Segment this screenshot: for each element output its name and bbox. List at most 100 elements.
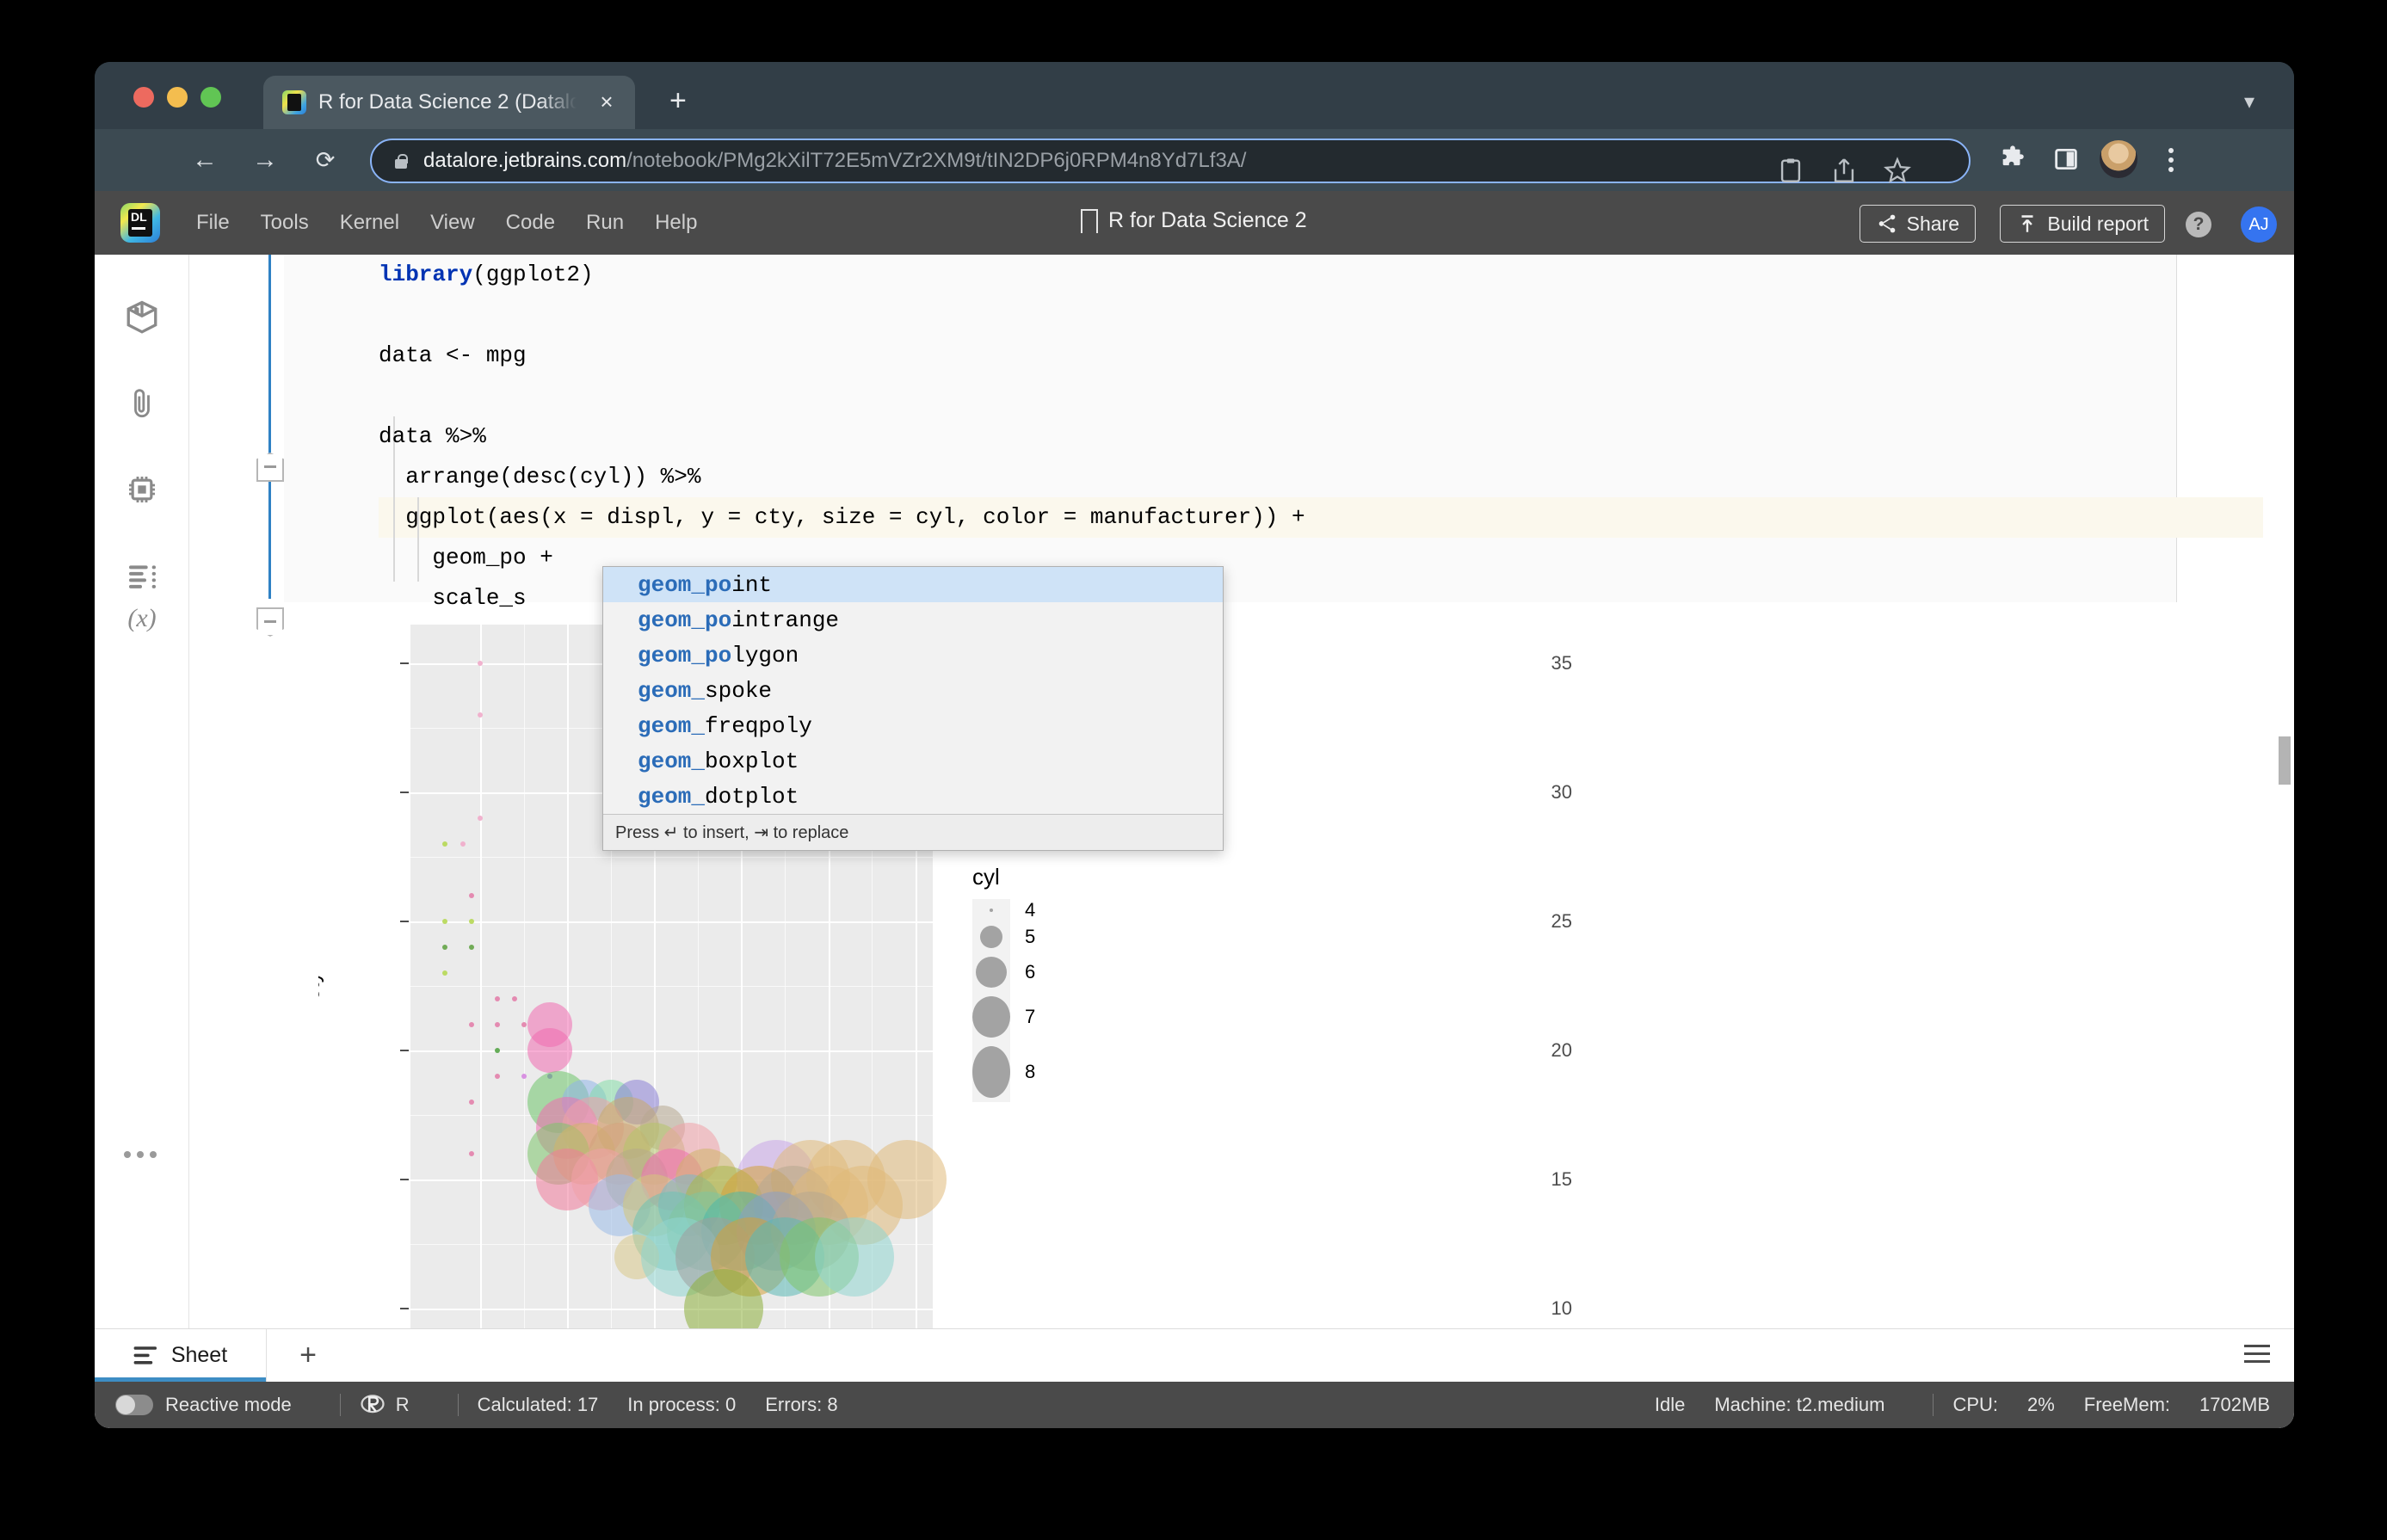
cpu-chip-icon[interactable] (119, 466, 165, 513)
more-options-icon[interactable] (124, 1151, 157, 1158)
size-legend-label: 5 (1025, 926, 1036, 947)
browser-tab-active[interactable]: DL R for Data Science 2 (Datalore × (263, 76, 635, 129)
menu-code[interactable]: Code (490, 204, 571, 242)
puzzle-icon[interactable] (1998, 145, 2027, 174)
datalore-app: DL File Tools Kernel View Code Run Help … (95, 191, 2294, 1428)
autocomplete-hint: Press ↵ to insert, ⇥ to replace (603, 814, 1223, 850)
paperclip-icon[interactable] (119, 380, 165, 427)
left-sidebar: (x) (95, 255, 189, 1346)
size-legend-label: 6 (1025, 961, 1036, 983)
variables-icon[interactable]: (x) (119, 595, 165, 642)
menu-kernel[interactable]: Kernel (324, 204, 415, 242)
star-icon[interactable] (1883, 156, 1912, 185)
gridline-major (410, 1050, 933, 1052)
share-button[interactable]: Share (1859, 205, 1976, 243)
sheet-menu-icon[interactable] (2244, 1345, 2270, 1363)
y-axis-tick-mark (400, 921, 409, 922)
chevron-down-icon[interactable]: ▾ (2244, 89, 2254, 114)
kernel-label: R (395, 1394, 410, 1415)
share-icon[interactable] (1829, 156, 1859, 185)
autocomplete-item[interactable]: geom_ boxplot (603, 743, 1223, 779)
help-icon[interactable]: ? (2186, 212, 2211, 237)
gridline-minor (523, 625, 525, 1346)
autocomplete-item[interactable]: geom_po intrange (603, 602, 1223, 638)
size-legend-item: 8 (972, 1042, 1334, 1102)
menu-help[interactable]: Help (639, 204, 712, 242)
code-cell[interactable]: library(ggplot2) data <- mpg data %>% ar… (284, 255, 2263, 611)
size-legend-item: 4 (972, 899, 1334, 921)
scatter-point (468, 919, 474, 924)
share-button-label: Share (1906, 212, 1959, 235)
address-bar-text: datalore.jetbrains.com/notebook/PMg2kXil… (423, 149, 1247, 172)
scatter-point (477, 816, 483, 821)
add-sheet-button[interactable]: + (267, 1329, 349, 1382)
package-box-icon[interactable] (119, 294, 165, 341)
close-icon[interactable]: × (595, 90, 618, 114)
forward-arrow-icon[interactable]: → (248, 143, 282, 177)
autocomplete-item[interactable]: geom_ dotplot (603, 779, 1223, 814)
address-bar[interactable]: datalore.jetbrains.com/notebook/PMg2kXil… (370, 139, 1971, 183)
back-arrow-icon[interactable]: ← (188, 143, 222, 177)
in-process-count: In process: 0 (627, 1394, 737, 1415)
reload-icon[interactable]: ⟳ (308, 143, 342, 177)
menu-tools[interactable]: Tools (245, 204, 324, 242)
document-title[interactable]: R for Data Science 2 (1081, 208, 1307, 243)
y-axis-tick-mark (400, 1050, 409, 1051)
browser-window: DL R for Data Science 2 (Datalore × + ▾ … (95, 62, 2294, 1428)
cell-collapse-top[interactable] (256, 453, 284, 482)
sheet-tab[interactable]: Sheet (95, 1329, 267, 1382)
size-legend-item: 7 (972, 992, 1334, 1042)
code-library-args: (ggplot2) (472, 262, 594, 287)
scatter-point (468, 1022, 474, 1027)
size-legend-swatch (972, 921, 1010, 952)
y-axis-tick-label: 10 (1551, 1297, 1572, 1319)
autocomplete-item[interactable]: geom_ freqpoly (603, 708, 1223, 743)
scatter-point (477, 661, 483, 666)
scatter-point (468, 893, 474, 898)
y-axis-tick-label: 15 (1551, 1168, 1572, 1190)
gridline-major (410, 921, 933, 923)
calculated-count: Calculated: 17 (477, 1394, 599, 1415)
scatter-point (814, 1217, 894, 1297)
errors-count: Errors: 8 (765, 1394, 838, 1415)
app-toolbar: DL File Tools Kernel View Code Run Help … (95, 191, 2294, 255)
three-dot-menu-icon[interactable] (2158, 143, 2184, 177)
datalore-logo-icon[interactable]: DL (120, 203, 160, 243)
code-editor-content[interactable]: library(ggplot2) data <- mpg data %>% ar… (379, 255, 1305, 619)
scatter-point (468, 1100, 474, 1105)
y-axis-tick-mark (400, 662, 409, 664)
upload-icon (2021, 215, 2033, 232)
autocomplete-popup[interactable]: geom_po int geom_po intrange geom_po lygon geo… (602, 566, 1224, 851)
menu-run[interactable]: Run (571, 204, 639, 242)
new-tab-button[interactable]: + (669, 86, 687, 115)
side-panel-icon[interactable] (2051, 145, 2081, 174)
profile-avatar[interactable] (2100, 140, 2137, 178)
user-avatar[interactable]: AJ (2241, 206, 2277, 243)
notebook-scrollbar-thumb[interactable] (2279, 736, 2291, 785)
window-close-button[interactable] (133, 87, 154, 108)
size-legend-keys: 4 5 6 7 8 (972, 899, 1334, 1102)
plot-output: cty 101520253035 jeepland roverlincolnme… (318, 625, 2194, 1346)
browser-toolbar: ← → ⟳ datalore.jetbrains.com/notebook/PM… (95, 129, 2294, 191)
logo-text: DL (131, 210, 147, 224)
document-title-text: R for Data Science 2 (1108, 208, 1307, 232)
menu-file[interactable]: File (181, 204, 245, 242)
autocomplete-item[interactable]: geom_ s poke (603, 673, 1223, 708)
scatter-point (527, 1028, 572, 1073)
window-maximize-button[interactable] (200, 87, 221, 108)
code-line-geom: geom_po + (379, 545, 553, 570)
outline-list-icon[interactable] (119, 552, 165, 599)
autocomplete-item[interactable]: geom_po lygon (603, 638, 1223, 673)
autocomplete-item[interactable]: geom_po int (603, 567, 1223, 602)
reactive-mode-toggle[interactable] (115, 1395, 153, 1415)
clipboard-icon[interactable] (1776, 156, 1805, 185)
code-line-data-assign: data <- mpg (379, 342, 527, 368)
datalore-favicon: DL (282, 90, 306, 114)
y-axis-tick-mark (400, 792, 409, 793)
cell-collapse-bottom[interactable] (256, 607, 284, 637)
build-report-button[interactable]: Build report (2000, 205, 2165, 243)
cpu-value: 2% (2027, 1394, 2055, 1415)
menu-view[interactable]: View (415, 204, 490, 242)
window-minimize-button[interactable] (167, 87, 188, 108)
scatter-point (460, 841, 466, 847)
